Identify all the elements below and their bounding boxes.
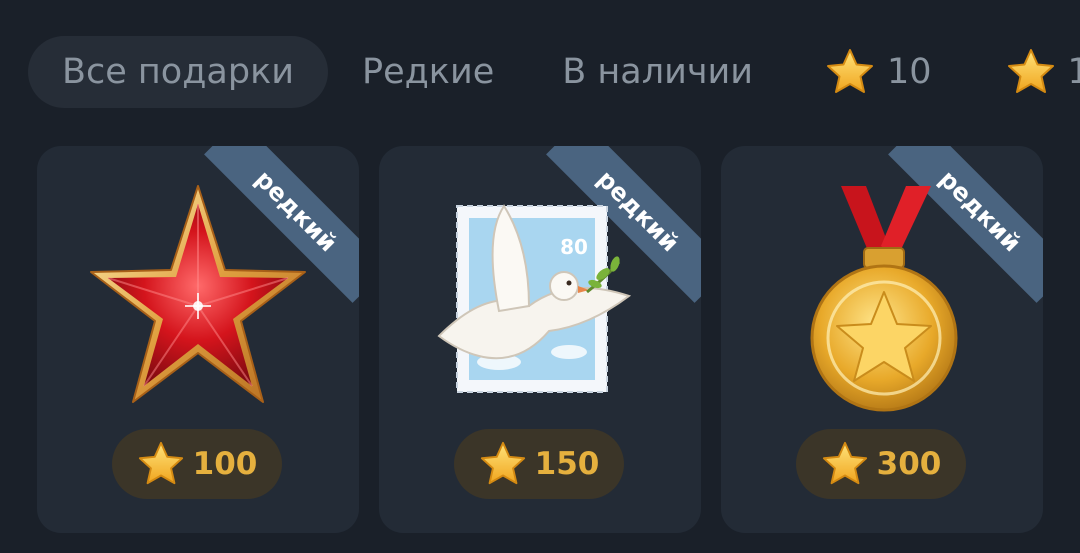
star-icon [137,440,185,488]
star-icon [1006,47,1056,97]
tab-stars-10-label: 10 [887,52,932,92]
tab-stars-15-label: 15 [1067,52,1080,92]
gift-card-gold-medal[interactable]: редкий 300 [721,146,1043,533]
tab-rare[interactable]: Редкие [328,36,528,108]
gift-card-dove-stamp[interactable]: редкий 80 150 [379,146,701,533]
gold-medal-icon [810,186,958,412]
star-icon [479,440,527,488]
price-button[interactable]: 150 [454,429,624,499]
gift-card-red-star[interactable]: редкий 100 [37,146,359,533]
star-icon [821,440,869,488]
star-icon [825,47,875,97]
price-value: 150 [534,446,600,482]
red-star-icon [90,185,306,403]
price-value: 100 [192,446,258,482]
dove-stamp-icon: 80 [437,204,632,393]
gift-filter-tabs: Все подарки Редкие В наличии 10 15 [28,36,1080,108]
tab-stars-10[interactable]: 10 [787,36,968,108]
price-value: 300 [876,446,942,482]
tab-stars-15[interactable]: 15 [968,36,1080,108]
tab-all-gifts[interactable]: Все подарки [28,36,328,108]
price-button[interactable]: 300 [796,429,966,499]
stamp-value: 80 [560,235,588,259]
tab-in-stock[interactable]: В наличии [528,36,787,108]
price-button[interactable]: 100 [112,429,282,499]
